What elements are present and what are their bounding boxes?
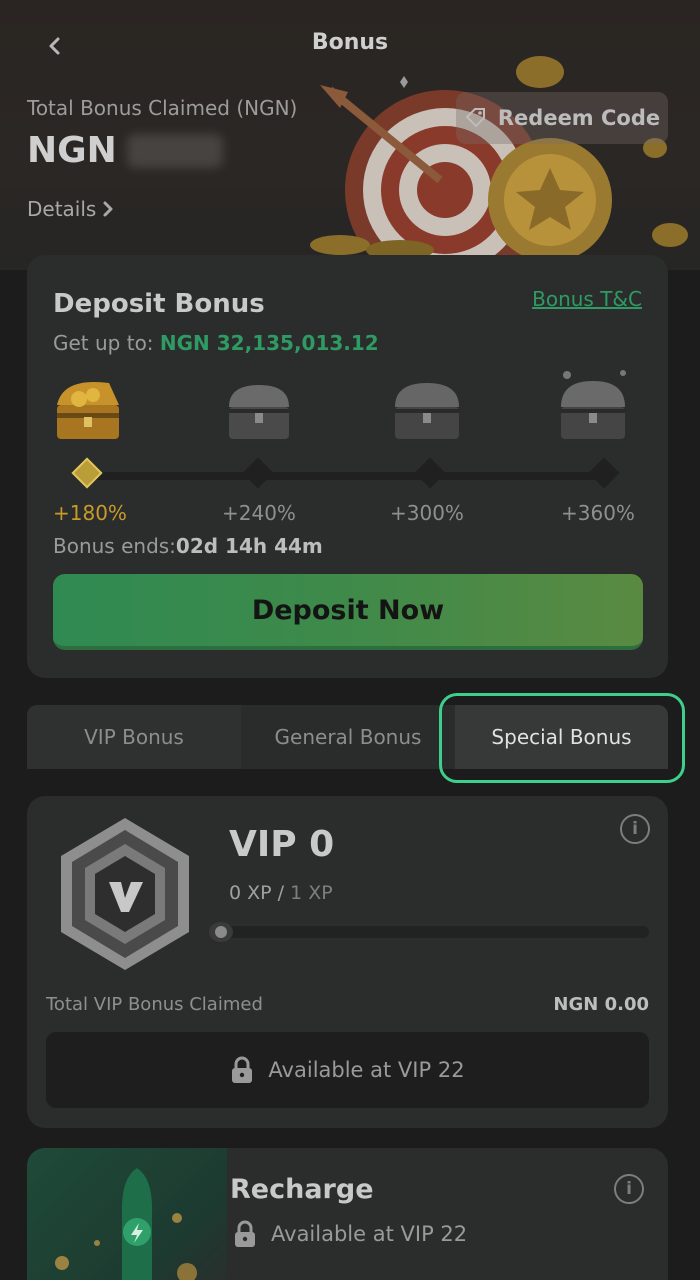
get-up-to-label: Get up to:	[53, 331, 154, 355]
recharge-title: Recharge	[230, 1174, 374, 1205]
tier-node	[242, 457, 274, 489]
tier-node	[71, 457, 103, 489]
total-bonus-value: NGN	[27, 130, 223, 171]
hidden-amount	[126, 133, 223, 168]
tier-percent: +180%	[53, 501, 127, 525]
details-link[interactable]: Details	[27, 197, 114, 221]
lock-icon	[235, 1220, 255, 1247]
silver-chest-icon	[395, 383, 459, 439]
silver-chest-icon	[229, 385, 289, 439]
redeem-code-label: Redeem Code	[497, 106, 661, 130]
gold-chest-icon	[57, 381, 119, 439]
tab-general-bonus[interactable]: General Bonus	[241, 705, 455, 769]
xp-current: 0 XP /	[229, 882, 285, 904]
tab-highlight-ring	[439, 693, 685, 783]
tab-vip-bonus[interactable]: VIP Bonus	[27, 705, 241, 769]
recharge-info-icon[interactable]: i	[614, 1174, 644, 1204]
recharge-illustration	[27, 1148, 227, 1280]
tier-percent: +360%	[561, 501, 635, 525]
vip-progress-knob	[209, 922, 233, 942]
bonus-ends-label: Bonus ends:	[53, 534, 176, 558]
details-label: Details	[27, 197, 97, 221]
recharge-card: Recharge i Available at VIP 22	[27, 1148, 668, 1280]
deposit-bonus-card: Deposit Bonus Bonus T&C Get up to: NGN 3…	[27, 255, 668, 678]
bonus-ends-time: 02d 14h 44m	[175, 534, 323, 558]
page-title: Bonus	[311, 30, 389, 55]
top-bar: Bonus	[0, 0, 700, 92]
vip-level: VIP 0	[229, 824, 335, 865]
bonus-tc-link[interactable]: Bonus T&C	[532, 287, 642, 311]
tag-icon	[465, 108, 485, 128]
tier-percent: +300%	[390, 501, 464, 525]
vip-claimed-value: NGN 0.00	[553, 994, 649, 1015]
vip-locked-label: Available at VIP 22	[268, 1058, 465, 1082]
lock-icon	[232, 1056, 253, 1083]
xp-required: 1 XP	[290, 882, 333, 904]
redeem-code-button[interactable]: Redeem Code	[456, 92, 668, 144]
tier-percent: +240%	[222, 501, 296, 525]
bonus-ends: Bonus ends:02d 14h 44m	[53, 534, 323, 558]
get-up-to: Get up to: NGN 32,135,013.12	[53, 331, 379, 355]
recharge-locked: Available at VIP 22	[233, 1220, 467, 1248]
deposit-now-button[interactable]: Deposit Now	[53, 574, 643, 650]
silver-chest-icon	[561, 370, 626, 439]
vip-claimed-label: Total VIP Bonus Claimed	[46, 994, 263, 1015]
vip-progress-track	[213, 926, 649, 938]
vip-xp: 0 XP / 1 XP	[229, 882, 333, 904]
get-up-to-amount: NGN 32,135,013.12	[159, 331, 379, 355]
tier-chests	[27, 359, 668, 459]
chevron-right-icon	[103, 201, 113, 217]
total-bonus-label: Total Bonus Claimed (NGN)	[27, 96, 298, 120]
hero-banner: Bonus Total Bonus Claimed (NGN) NGN Deta…	[0, 0, 700, 270]
recharge-locked-label: Available at VIP 22	[271, 1222, 468, 1246]
vip-card: VIP 0 0 XP / 1 XP i Total VIP Bonus Clai…	[27, 796, 668, 1128]
tier-node	[414, 457, 446, 489]
deposit-bonus-title: Deposit Bonus	[53, 289, 265, 319]
tier-track	[87, 472, 607, 480]
vip-badge-icon	[61, 818, 189, 970]
rocket-icon	[55, 1168, 197, 1280]
total-bonus-currency: NGN	[27, 130, 117, 171]
vip-locked-button[interactable]: Available at VIP 22	[46, 1032, 649, 1108]
tier-node	[588, 457, 620, 489]
vip-info-icon[interactable]: i	[620, 814, 650, 844]
